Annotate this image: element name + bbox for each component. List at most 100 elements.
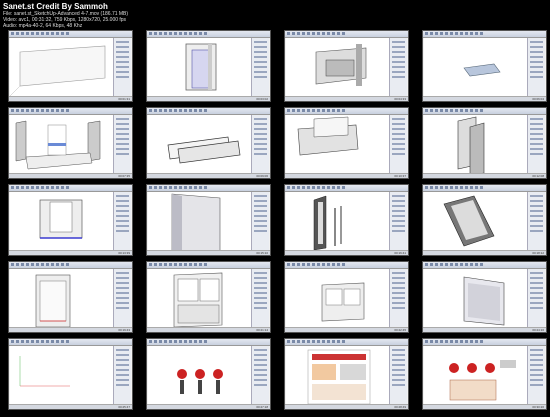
video-thumbnail[interactable]: 00:25:47 xyxy=(8,338,133,410)
toolbar-icon xyxy=(51,186,54,189)
panel-row xyxy=(392,123,405,125)
panel-row xyxy=(392,277,405,279)
toolbar-icon xyxy=(435,32,438,35)
toolbar-icon xyxy=(475,186,478,189)
panel-row xyxy=(254,153,267,155)
panel-row xyxy=(530,215,543,217)
panel-row xyxy=(116,71,129,73)
side-panel xyxy=(389,346,407,405)
toolbar-icon xyxy=(184,109,187,112)
model-drawing xyxy=(167,136,241,164)
model-viewport xyxy=(10,38,113,97)
toolbar-icon xyxy=(297,340,300,343)
toolbar-icon xyxy=(322,109,325,112)
toolbar-icon xyxy=(41,340,44,343)
toolbar-icon xyxy=(149,340,152,343)
video-thumbnail[interactable]: 00:21:14 xyxy=(146,261,271,333)
toolbar-icon xyxy=(11,340,14,343)
panel-row xyxy=(116,118,129,120)
panel-row xyxy=(254,272,267,274)
video-thumbnail[interactable]: 00:13:39 xyxy=(8,184,133,256)
panel-row xyxy=(392,153,405,155)
toolbar-icon xyxy=(460,263,463,266)
toolbar-icon xyxy=(317,32,320,35)
panel-row xyxy=(254,148,267,150)
app-toolbar xyxy=(9,339,132,346)
model-viewport xyxy=(424,269,527,328)
video-thumbnail[interactable]: 00:16:41 xyxy=(284,184,409,256)
app-toolbar xyxy=(423,339,546,346)
video-thumbnail[interactable]: 00:03:02 xyxy=(146,30,271,102)
panel-row xyxy=(392,302,405,304)
video-thumbnail[interactable]: 00:07:35 xyxy=(8,107,133,179)
toolbar-icon xyxy=(475,109,478,112)
toolbar-icon xyxy=(11,32,14,35)
toolbar-icon xyxy=(51,263,54,266)
toolbar-icon xyxy=(312,109,315,112)
panel-row xyxy=(116,66,129,68)
toolbar-icon xyxy=(179,263,182,266)
video-thumbnail[interactable]: 00:27:18 xyxy=(146,338,271,410)
toolbar-icon xyxy=(445,109,448,112)
toolbar-icon xyxy=(159,340,162,343)
video-thumbnail[interactable]: 00:19:43 xyxy=(8,261,133,333)
panel-row xyxy=(530,220,543,222)
toolbar-icon xyxy=(41,109,44,112)
thumbnail-timestamp: 00:12:08 xyxy=(532,174,544,178)
video-thumbnail[interactable]: 00:01:31 xyxy=(8,30,133,102)
video-thumbnail[interactable]: 00:10:37 xyxy=(284,107,409,179)
toolbar-icon xyxy=(204,340,207,343)
model-viewport xyxy=(286,269,389,328)
toolbar-icon xyxy=(41,263,44,266)
toolbar-icon xyxy=(460,32,463,35)
toolbar-icon xyxy=(435,186,438,189)
thumbnail-timestamp: 00:24:16 xyxy=(532,328,544,332)
toolbar-icon xyxy=(159,263,162,266)
toolbar-icon xyxy=(164,32,167,35)
toolbar-icon xyxy=(450,32,453,35)
side-panel xyxy=(527,346,545,405)
video-thumbnail[interactable]: 00:30:20 xyxy=(422,338,547,410)
toolbar-icon xyxy=(159,109,162,112)
status-bar xyxy=(9,250,132,255)
toolbar-icon xyxy=(199,109,202,112)
thumbnail-timestamp: 00:27:18 xyxy=(256,405,268,409)
video-thumbnail[interactable]: 00:12:08 xyxy=(422,107,547,179)
panel-row xyxy=(116,277,129,279)
panel-row xyxy=(116,195,129,197)
video-thumbnail[interactable]: 00:04:33 xyxy=(284,30,409,102)
toolbar-icon xyxy=(430,32,433,35)
toolbar-icon xyxy=(337,340,340,343)
toolbar-icon xyxy=(470,109,473,112)
video-thumbnail[interactable]: 00:15:10 xyxy=(146,184,271,256)
toolbar-icon xyxy=(470,32,473,35)
toolbar-icon xyxy=(36,340,39,343)
toolbar-icon xyxy=(154,109,157,112)
panel-row xyxy=(254,210,267,212)
model-viewport xyxy=(286,115,389,174)
video-thumbnail[interactable]: 00:18:12 xyxy=(422,184,547,256)
model-viewport xyxy=(286,38,389,97)
panel-row xyxy=(254,41,267,43)
toolbar-icon xyxy=(51,109,54,112)
video-thumbnail[interactable]: 00:09:06 xyxy=(146,107,271,179)
toolbar-icon xyxy=(189,186,192,189)
video-thumbnail[interactable]: 00:24:16 xyxy=(422,261,547,333)
toolbar-icon xyxy=(455,263,458,266)
model-drawing xyxy=(177,369,223,394)
toolbar-icon xyxy=(164,186,167,189)
video-thumbnail[interactable]: 00:06:04 xyxy=(422,30,547,102)
video-thumbnail[interactable]: 00:22:45 xyxy=(284,261,409,333)
panel-row xyxy=(392,297,405,299)
panel-row xyxy=(530,282,543,284)
panel-row xyxy=(392,138,405,140)
panel-row xyxy=(392,359,405,361)
toolbar-icon xyxy=(435,340,438,343)
video-thumbnail[interactable]: 00:28:49 xyxy=(284,338,409,410)
app-toolbar xyxy=(285,31,408,38)
toolbar-icon xyxy=(445,263,448,266)
panel-row xyxy=(116,148,129,150)
toolbar-icon xyxy=(179,109,182,112)
panel-row xyxy=(530,148,543,150)
panel-row xyxy=(254,200,267,202)
